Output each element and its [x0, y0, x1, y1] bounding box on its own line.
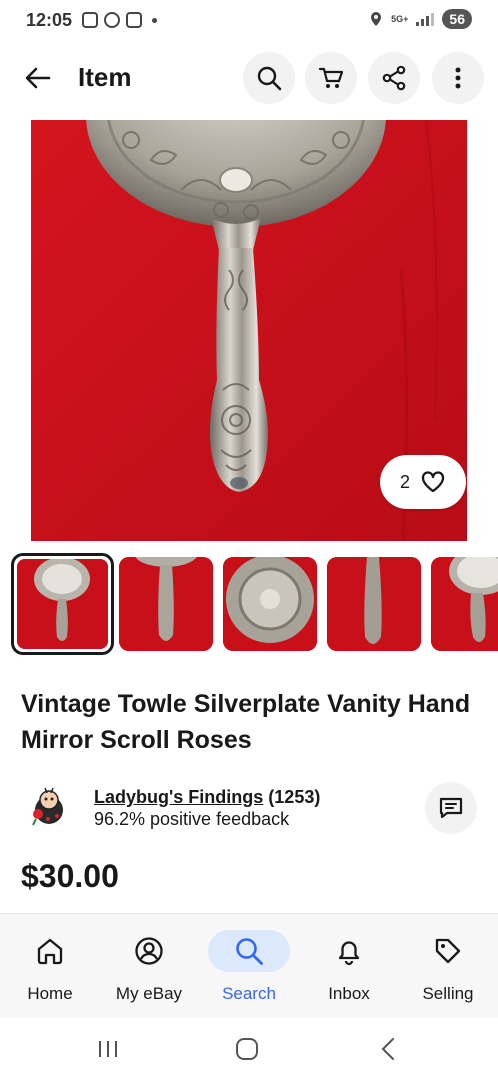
seller-name-line: Ladybug's Findings (1253) — [94, 787, 320, 808]
status-time: 12:05 — [26, 9, 73, 30]
nav-home-icon-wrap — [9, 930, 91, 972]
seller-name-link[interactable]: Ladybug's Findings — [94, 787, 263, 807]
home-circle-icon — [236, 1038, 258, 1060]
watch-button[interactable]: 2 — [380, 455, 466, 509]
nav-search-label: Search — [222, 984, 276, 1003]
nav-search-icon-wrap — [208, 930, 290, 972]
thumbnail-image — [223, 557, 317, 651]
page-title: Item — [78, 62, 132, 92]
facebook-icon — [104, 12, 121, 28]
message-icon — [439, 797, 463, 819]
back-system-button[interactable] — [368, 1036, 408, 1062]
status-bar: 12:05 5G+ 56 — [0, 0, 498, 40]
home-icon — [37, 938, 63, 965]
recent-apps-icon — [99, 1041, 117, 1057]
nav-search[interactable]: Search — [199, 914, 299, 1019]
back-chevron-icon — [381, 1038, 394, 1060]
watch-count: 2 — [399, 471, 410, 492]
screenshot-icon — [82, 12, 99, 28]
back-arrow-icon — [25, 67, 51, 89]
share-button[interactable] — [368, 52, 420, 104]
app-header: Item — [0, 48, 498, 108]
contact-seller-button[interactable] — [425, 782, 477, 834]
system-navigation-bar — [0, 1018, 498, 1080]
seller-feedback-percent: 96.2% positive feedback — [94, 809, 290, 829]
nav-selling-label: Selling — [422, 984, 474, 1003]
nav-inbox-label: Inbox — [328, 984, 370, 1003]
seller-avatar[interactable] — [28, 786, 70, 828]
location-icon — [371, 12, 382, 26]
cart-button[interactable] — [305, 52, 357, 104]
nav-my-ebay-label: My eBay — [115, 984, 183, 1003]
thumbnail-2[interactable] — [119, 557, 213, 651]
nav-inbox[interactable]: Inbox — [299, 914, 399, 1019]
item-title: Vintage Towle Silverplate Vanity Hand Mi… — [21, 690, 471, 754]
status-right: 5G+ 56 — [369, 9, 472, 29]
back-button[interactable] — [18, 58, 58, 98]
person-icon — [135, 937, 163, 965]
ladybug-avatar-icon — [32, 787, 63, 826]
seller-row: Ladybug's Findings (1253) 96.2% positive… — [0, 780, 498, 836]
nav-selling-icon-wrap — [407, 930, 489, 972]
thumbnail-4[interactable] — [327, 557, 421, 651]
thumbnail-image — [327, 557, 421, 651]
more-notifications-dot — [152, 17, 158, 23]
battery-indicator: 56 — [442, 9, 472, 29]
tag-icon — [435, 938, 461, 964]
more-vert-icon — [455, 67, 461, 89]
seller-feedback-count: (1253) — [268, 787, 321, 807]
more-options-button[interactable] — [432, 52, 484, 104]
thumbnail-image — [431, 557, 498, 651]
thumbnail-5[interactable] — [431, 557, 498, 651]
thumbnail-1[interactable] — [11, 553, 114, 655]
nav-home[interactable]: Home — [0, 914, 100, 1019]
search-icon — [236, 938, 263, 965]
item-price: $30.00 — [21, 858, 119, 894]
nav-selling[interactable]: Selling — [398, 914, 498, 1019]
search-button[interactable] — [243, 52, 295, 104]
status-notification-icons — [82, 12, 158, 28]
share-icon — [382, 65, 406, 91]
nav-inbox-icon-wrap — [308, 930, 390, 972]
nav-my-ebay-icon-wrap — [108, 930, 190, 972]
bottom-navigation: Home My eBay Search Inbox Selling — [0, 913, 498, 1018]
news-icon — [126, 12, 143, 28]
cart-icon — [318, 67, 344, 88]
thumbnail-image — [17, 559, 108, 649]
nav-home-label: Home — [27, 984, 73, 1003]
heart-icon — [421, 471, 445, 493]
thumbnail-3[interactable] — [223, 557, 317, 651]
signal-icon — [416, 12, 435, 26]
recent-apps-button[interactable] — [88, 1036, 128, 1062]
search-icon — [257, 66, 282, 91]
home-system-button[interactable] — [227, 1036, 267, 1062]
thumbnail-strip — [11, 553, 498, 655]
network-type: 5G+ — [391, 13, 409, 24]
bell-icon — [338, 941, 360, 966]
nav-my-ebay[interactable]: My eBay — [99, 914, 199, 1019]
thumbnail-image — [119, 557, 213, 651]
